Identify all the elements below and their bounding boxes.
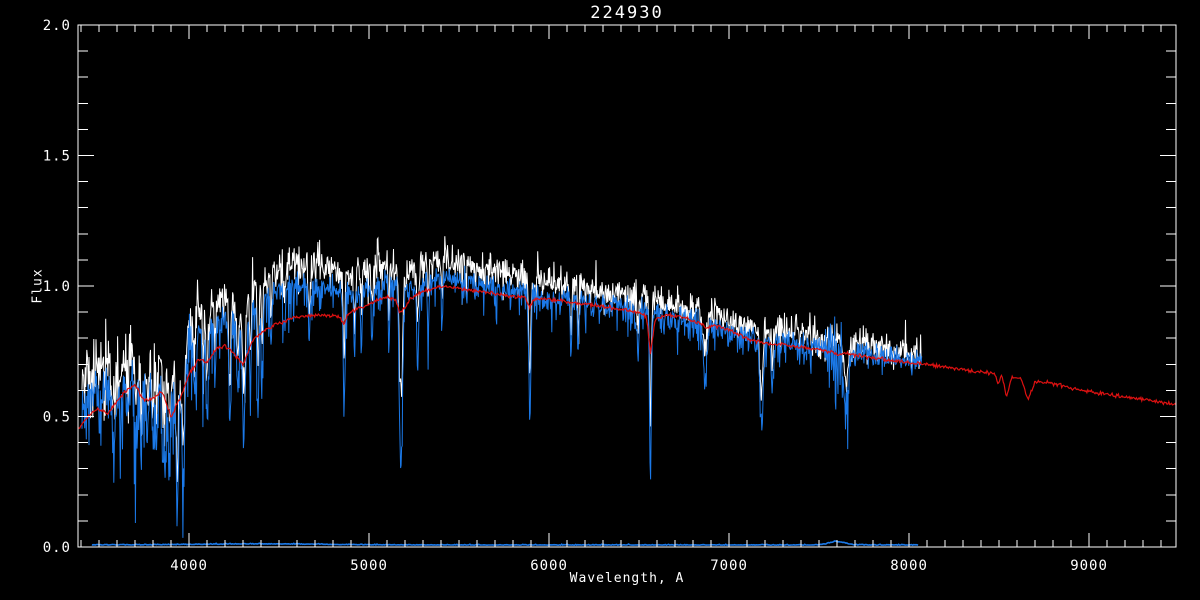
y-tick-label-0.0: 0.0	[43, 540, 71, 556]
y-tick-label-1.0: 1.0	[43, 279, 71, 295]
y-tick-label-1.5: 1.5	[43, 149, 71, 165]
y-tick-label-0.5: 0.5	[43, 410, 71, 426]
observed-spectrum-blue	[81, 265, 923, 538]
y-axis-label: Flux	[30, 268, 46, 304]
y-tick-label-2.0: 2.0	[43, 18, 71, 34]
plot-frame	[77, 24, 1177, 548]
spectra-group	[78, 236, 1176, 547]
spectrum-plot-canvas: 4000 5000 6000 7000 8000 90000.00.51.01.52.0	[43, 18, 1177, 574]
error-spectrum-line	[91, 540, 919, 547]
x-axis-label: Wavelength, A	[569, 571, 685, 586]
spectrum-chart: 4000 5000 6000 7000 8000 9000 0.0 0.5 1.0 1.5 2.0 …	[0, 0, 1200, 600]
axes-group	[77, 24, 1177, 548]
observed-spectrum-white	[81, 236, 922, 482]
plot-title: 224930	[590, 3, 664, 23]
